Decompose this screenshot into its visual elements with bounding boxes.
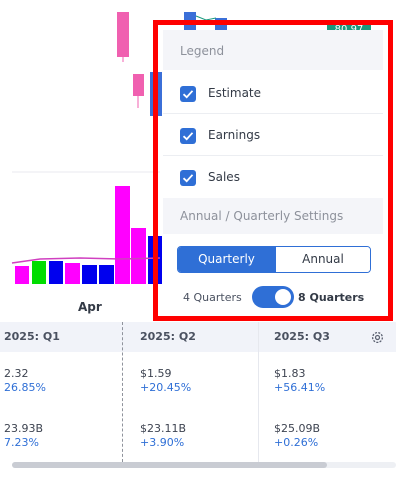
column-divider bbox=[258, 322, 259, 462]
volume-bar bbox=[115, 186, 130, 284]
eps-change-q2: +20.45% bbox=[140, 381, 192, 394]
volume-bar bbox=[82, 265, 97, 284]
horizontal-scrollbar-thumb[interactable] bbox=[12, 462, 327, 468]
revenue-q3: $25.09B bbox=[274, 422, 321, 435]
current-period-divider bbox=[122, 322, 123, 462]
revenue-change-q1: 7.23% bbox=[4, 436, 39, 449]
revenue-change-q3: +0.26% bbox=[274, 436, 319, 449]
eps-change-q3: +56.41% bbox=[274, 381, 326, 394]
volume-bar bbox=[15, 266, 29, 284]
eps-q1: 2.32 bbox=[4, 367, 29, 380]
candle bbox=[117, 12, 129, 57]
volume-bar bbox=[99, 265, 114, 284]
eps-q2: $1.59 bbox=[140, 367, 172, 380]
quarter-header-q1: 2025: Q1 bbox=[4, 330, 60, 343]
eps-change-q1: 26.85% bbox=[4, 381, 46, 394]
volume-bar bbox=[131, 228, 146, 284]
eps-q3: $1.83 bbox=[274, 367, 306, 380]
volume-bar bbox=[65, 263, 80, 284]
x-axis-label: Apr bbox=[78, 300, 102, 314]
volume-bar bbox=[32, 261, 46, 284]
candle bbox=[133, 74, 144, 96]
highlight-frame bbox=[153, 20, 393, 321]
revenue-q1: 23.93B bbox=[4, 422, 44, 435]
volume-bar bbox=[49, 261, 63, 284]
revenue-q2: $23.11B bbox=[140, 422, 187, 435]
gear-icon[interactable] bbox=[370, 330, 385, 345]
quarter-header-q3: 2025: Q3 bbox=[274, 330, 330, 343]
revenue-change-q2: +3.90% bbox=[140, 436, 185, 449]
quarter-header-q2: 2025: Q2 bbox=[140, 330, 196, 343]
